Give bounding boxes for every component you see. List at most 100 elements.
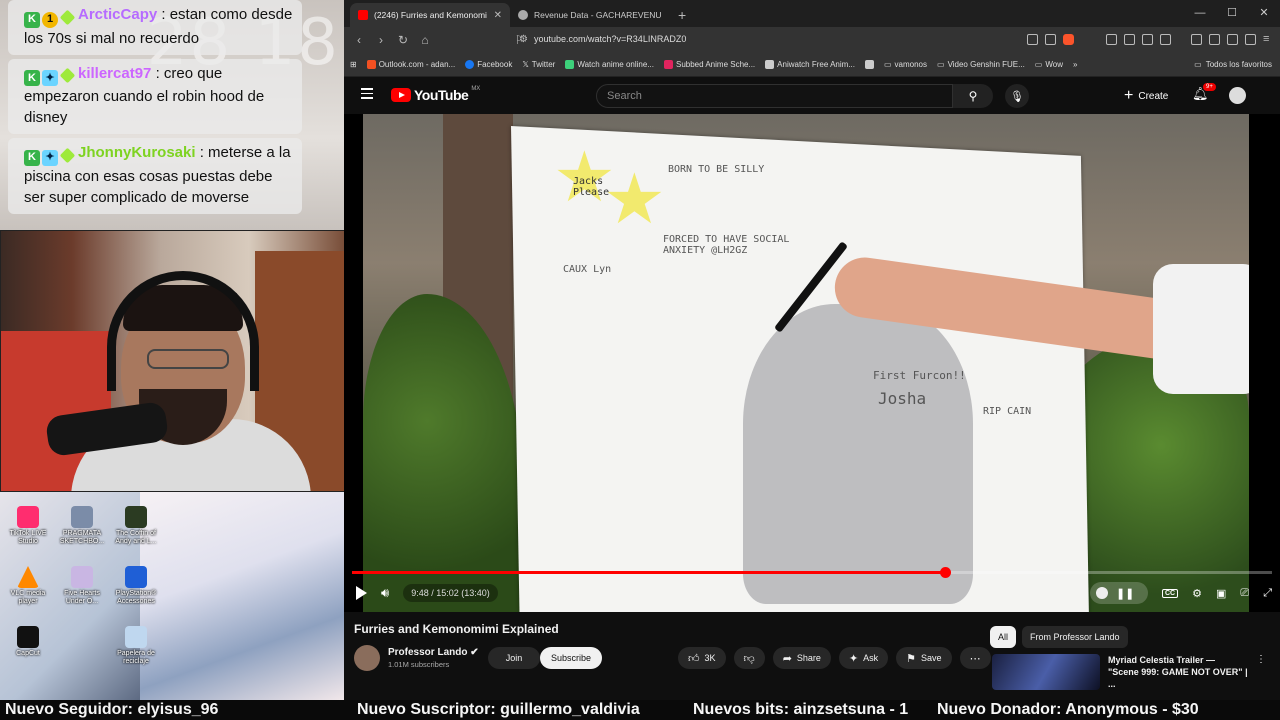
webcam-feed (0, 230, 344, 492)
capcut-icon (17, 626, 39, 648)
like-button[interactable]: 👍︎ 3K (678, 647, 726, 669)
downloads-icon[interactable] (1160, 34, 1171, 45)
youtube-header: YouTube MX Search ⚲ 🎙︎ + Create 🔔︎ 9+ (344, 77, 1280, 114)
search-input[interactable]: Search (596, 84, 953, 108)
cast-icon[interactable] (1027, 34, 1038, 45)
more-dots-icon: ⋯ (969, 652, 981, 665)
all-bookmarks-folder[interactable]: ▭ Todos los favoritos (1194, 52, 1272, 77)
more-options-icon[interactable]: ⋮ (1256, 654, 1266, 690)
subscribe-button[interactable]: Subscribe (540, 647, 602, 669)
sketch-text: CAUX Lyn (563, 264, 612, 275)
desktop-icon-playstation-accessories[interactable]: PlayStation® Accessories (110, 566, 162, 622)
captions-icon[interactable]: CC (1161, 588, 1179, 598)
account-avatar[interactable] (1229, 87, 1246, 104)
search-button[interactable]: ⚲ (953, 84, 993, 108)
channel-info[interactable]: Professor Lando ✔ 1.01M subscribers (354, 645, 479, 671)
cast-to-tv-icon[interactable]: ⎚ (1240, 587, 1249, 600)
recommendation-filters: All From Professor Lando (990, 626, 1128, 648)
desktop-icon-pragmata[interactable]: PRAGMATA SKETCHBO... (56, 506, 108, 562)
bookmark-folder-genshin[interactable]: ▭ Video Genshin FUE... (937, 60, 1025, 69)
join-button[interactable]: Join (488, 647, 540, 669)
youtube-logo[interactable]: YouTube MX (391, 86, 481, 103)
sketch-text: RIP CAIN (983, 406, 1032, 417)
apps-grid-icon[interactable]: ⊞ (350, 60, 357, 69)
brave-shields-icon[interactable] (1063, 34, 1074, 45)
chat-badges: K ✦ (24, 67, 76, 86)
miniplayer-icon[interactable]: ▣ (1216, 587, 1226, 600)
bookmark-outlook[interactable]: Outlook.com - adan... (366, 59, 455, 69)
bookmark-subbed-anime[interactable]: Subbed Anime Sche... (663, 59, 755, 69)
settings-gear-icon[interactable]: ⚙ (1192, 587, 1202, 600)
reload-icon[interactable]: ↻ (394, 33, 412, 47)
video-shadow (743, 304, 973, 604)
chat-badges: K 1 (24, 9, 76, 28)
tab-title: (2246) Furries and Kemonomi (374, 10, 487, 20)
create-button[interactable]: + Create (1120, 85, 1172, 107)
folder-icon: ▭ (883, 59, 892, 69)
video-actions: 👍︎ 3K 👎︎ ➦ Share ✦ Ask ⚑ Save ⋯ (678, 647, 991, 669)
more-actions-button[interactable]: ⋯ (959, 647, 991, 669)
leo-icon[interactable] (1227, 34, 1238, 45)
video-player[interactable]: ★ ★ BORN TO BE SILLY FORCED TO HAVE SOCI… (344, 114, 1280, 612)
voice-search-button[interactable]: 🎙︎ (1005, 84, 1029, 108)
volume-icon[interactable]: 🔊︎ (381, 585, 389, 601)
share-icon[interactable] (1045, 34, 1056, 45)
extension-icon[interactable] (1106, 34, 1117, 45)
bookmark-aniwatch[interactable]: Aniwatch Free Anim... (765, 59, 855, 69)
chip-from-channel[interactable]: From Professor Lando (1022, 626, 1128, 648)
progress-bar[interactable] (352, 567, 1272, 578)
channel-name[interactable]: Professor Lando ✔ (388, 647, 479, 658)
recommended-thumbnail[interactable] (992, 654, 1100, 690)
forward-icon[interactable]: › (372, 33, 390, 47)
progress-scrubber[interactable] (940, 567, 952, 578)
youtube-region-code: MX (471, 86, 481, 92)
bookmark-twitter[interactable]: 𝕏 Twitter (522, 60, 555, 69)
bookmarks-overflow-button[interactable]: » (1073, 60, 1077, 69)
back-icon[interactable]: ‹ (350, 33, 368, 47)
dislike-button[interactable]: 👎︎ (733, 647, 765, 669)
kick-badge-icon: K (24, 70, 40, 86)
desktop-icon-capcut[interactable]: CapCut (2, 626, 54, 682)
desktop-icon-tiktok-live[interactable]: TikTok LIVE Studio (2, 506, 54, 562)
desktop-icon-recycle-bin[interactable]: Papelera de reciclaje (110, 626, 162, 682)
vpn-icon[interactable] (1245, 34, 1256, 45)
tab-revenue-data[interactable]: Revenue Data - GACHAREVENUE (510, 3, 670, 27)
desktop-icon-coffin-andy[interactable]: The Coffin of Andy and L... (110, 506, 162, 562)
wallet-icon[interactable] (1209, 34, 1220, 45)
desktop-icon-five-hearts[interactable]: Five Hearts Under O... (56, 566, 108, 622)
bookmark-watch-anime[interactable]: Watch anime online... (565, 59, 654, 69)
home-icon[interactable]: ⌂ (416, 33, 434, 47)
desktop-icon-vlc[interactable]: VLC media player (2, 566, 54, 622)
new-tab-button[interactable]: + (670, 3, 694, 27)
fullscreen-icon[interactable]: ⤢ (1263, 587, 1272, 600)
bookmark-unnamed[interactable] (864, 59, 874, 69)
maximize-icon[interactable]: ☐ (1216, 0, 1248, 27)
menu-icon[interactable]: ≡ (1263, 34, 1274, 45)
aniwatch-icon (765, 59, 775, 69)
tab-youtube[interactable]: (2246) Furries and Kemonomi ✕ (350, 3, 510, 27)
minimize-icon[interactable]: — (1184, 0, 1216, 27)
hamburger-menu-icon[interactable] (361, 88, 373, 102)
chip-all[interactable]: All (990, 626, 1017, 648)
site-info-icon[interactable]: ⚙ (519, 27, 528, 52)
recommended-title[interactable]: Myriad Celestia Trailer — "Scene 999: GA… (1108, 654, 1248, 690)
autoplay-toggle[interactable]: ❚❚ (1089, 582, 1148, 604)
close-window-icon[interactable]: ✕ (1248, 0, 1280, 27)
channel-avatar[interactable] (354, 645, 380, 671)
address-bar: ‹ › ↻ ⌂ ⚐ ⚙ youtube.com/watch?v=R34LINRA… (344, 27, 1280, 52)
recommended-video[interactable]: Myriad Celestia Trailer — "Scene 999: GA… (992, 654, 1266, 690)
ticker-new-subscriber: Nuevo Suscriptor: guillermo_valdivia (357, 701, 640, 718)
sidebar-icon[interactable] (1142, 34, 1153, 45)
ask-button[interactable]: ✦ Ask (838, 647, 889, 669)
play-icon[interactable] (356, 586, 367, 600)
bookmark-facebook[interactable]: Facebook (465, 59, 512, 69)
desktop-icon-label: The Coffin of Andy and L... (115, 530, 157, 545)
bookmark-folder-vamonos[interactable]: ▭ vamonos (884, 60, 927, 69)
puzzle-extensions-icon[interactable] (1124, 34, 1135, 45)
close-tab-icon[interactable]: ✕ (494, 10, 502, 21)
bookmark-folder-wow[interactable]: ▭ Wow (1035, 60, 1063, 69)
share-button[interactable]: ➦ Share (772, 647, 831, 669)
save-button[interactable]: ⚑ Save (896, 647, 952, 669)
music-icon[interactable] (1191, 34, 1202, 45)
url-field[interactable]: youtube.com/watch?v=R34LINRADZ0 (534, 27, 686, 52)
